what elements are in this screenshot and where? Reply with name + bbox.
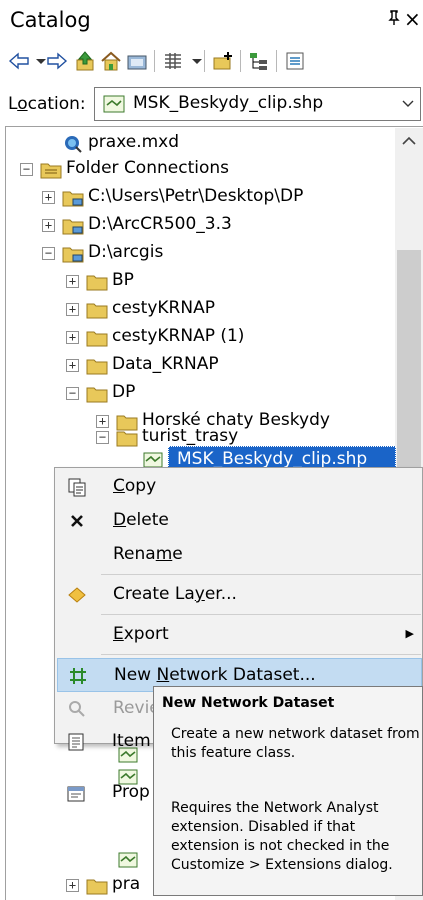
- catalog-titlebar: Catalog ×: [0, 0, 423, 40]
- pin-icon[interactable]: [388, 10, 400, 30]
- folder-icon: [86, 357, 108, 379]
- expand-icon[interactable]: +: [42, 219, 55, 232]
- options-icon[interactable]: [284, 50, 306, 72]
- shapefile-icon: [103, 95, 125, 117]
- expand-icon[interactable]: +: [66, 359, 79, 372]
- chevron-down-icon[interactable]: [402, 94, 414, 112]
- menu-item-item-description[interactable]: Item: [56, 725, 153, 759]
- scroll-up-icon[interactable]: [402, 134, 416, 150]
- folder-icon: [86, 877, 108, 899]
- tooltip: New Network Dataset Create a new network…: [153, 686, 423, 896]
- layer-diamond-icon: [67, 585, 87, 605]
- delete-x-icon: [67, 511, 87, 531]
- map-document-icon: [64, 135, 82, 157]
- window-title: Catalog: [10, 8, 91, 32]
- up-one-level-icon[interactable]: [74, 50, 96, 72]
- expand-icon[interactable]: +: [66, 879, 79, 892]
- toggle-contents-icon[interactable]: [248, 50, 270, 72]
- forward-arrow-icon[interactable]: [46, 50, 68, 72]
- menu-item-rename[interactable]: Rename: [57, 538, 422, 572]
- collapse-icon[interactable]: −: [42, 247, 55, 260]
- folder-icon: [62, 245, 84, 267]
- folder-icon: [62, 189, 84, 211]
- location-combobox[interactable]: MSK_Beskydy_clip.shp: [94, 87, 421, 121]
- chevron-down-icon[interactable]: [186, 50, 202, 72]
- view-details-icon[interactable]: [162, 50, 184, 72]
- item-description-icon: [66, 732, 86, 752]
- location-value: MSK_Beskydy_clip.shp: [133, 93, 324, 113]
- back-arrow-icon[interactable]: [8, 50, 30, 72]
- menu-item-export[interactable]: Export ▶: [57, 618, 422, 652]
- copy-icon: [67, 477, 87, 497]
- folder-icon: [116, 429, 138, 451]
- catalog-toolbar: [0, 44, 423, 78]
- folder-icon: [86, 329, 108, 351]
- folder-icon: [62, 217, 84, 239]
- location-label: Location:: [8, 94, 86, 114]
- menu-item-copy[interactable]: Copy: [57, 470, 422, 504]
- folder-icon: [86, 385, 108, 407]
- connect-folder-icon[interactable]: [126, 50, 148, 72]
- properties-icon: [66, 783, 86, 803]
- chevron-down-icon[interactable]: [30, 50, 46, 72]
- menu-item-delete[interactable]: Delete: [57, 504, 422, 538]
- location-bar: Location: MSK_Beskydy_clip.shp: [0, 84, 423, 122]
- close-icon[interactable]: ×: [404, 7, 421, 31]
- expand-icon[interactable]: +: [66, 303, 79, 316]
- folder-icon: [86, 301, 108, 323]
- expand-icon[interactable]: +: [42, 191, 55, 204]
- network-dataset-icon: [68, 666, 88, 686]
- home-icon[interactable]: [100, 50, 122, 72]
- collapse-icon[interactable]: −: [96, 431, 109, 444]
- menu-item-create-layer[interactable]: Create Layer...: [57, 578, 422, 612]
- collapse-icon[interactable]: −: [20, 163, 33, 176]
- tooltip-body: Create a new network dataset from this f…: [171, 726, 420, 761]
- menu-item-properties[interactable]: Prop: [56, 776, 153, 810]
- expand-icon[interactable]: +: [96, 415, 109, 428]
- expand-icon[interactable]: +: [66, 331, 79, 344]
- rematch-addresses-icon: [67, 699, 87, 719]
- folder-icon: [86, 273, 108, 295]
- collapse-icon[interactable]: −: [66, 387, 79, 400]
- new-item-icon[interactable]: [212, 50, 234, 72]
- tooltip-requirement: Requires the Network Analyst extension. …: [171, 800, 393, 873]
- folder-connections-icon: [40, 161, 62, 183]
- shapefile-icon: [118, 852, 138, 872]
- tooltip-title: New Network Dataset: [162, 695, 335, 711]
- submenu-arrow-icon: ▶: [405, 627, 414, 640]
- expand-icon[interactable]: +: [66, 275, 79, 288]
